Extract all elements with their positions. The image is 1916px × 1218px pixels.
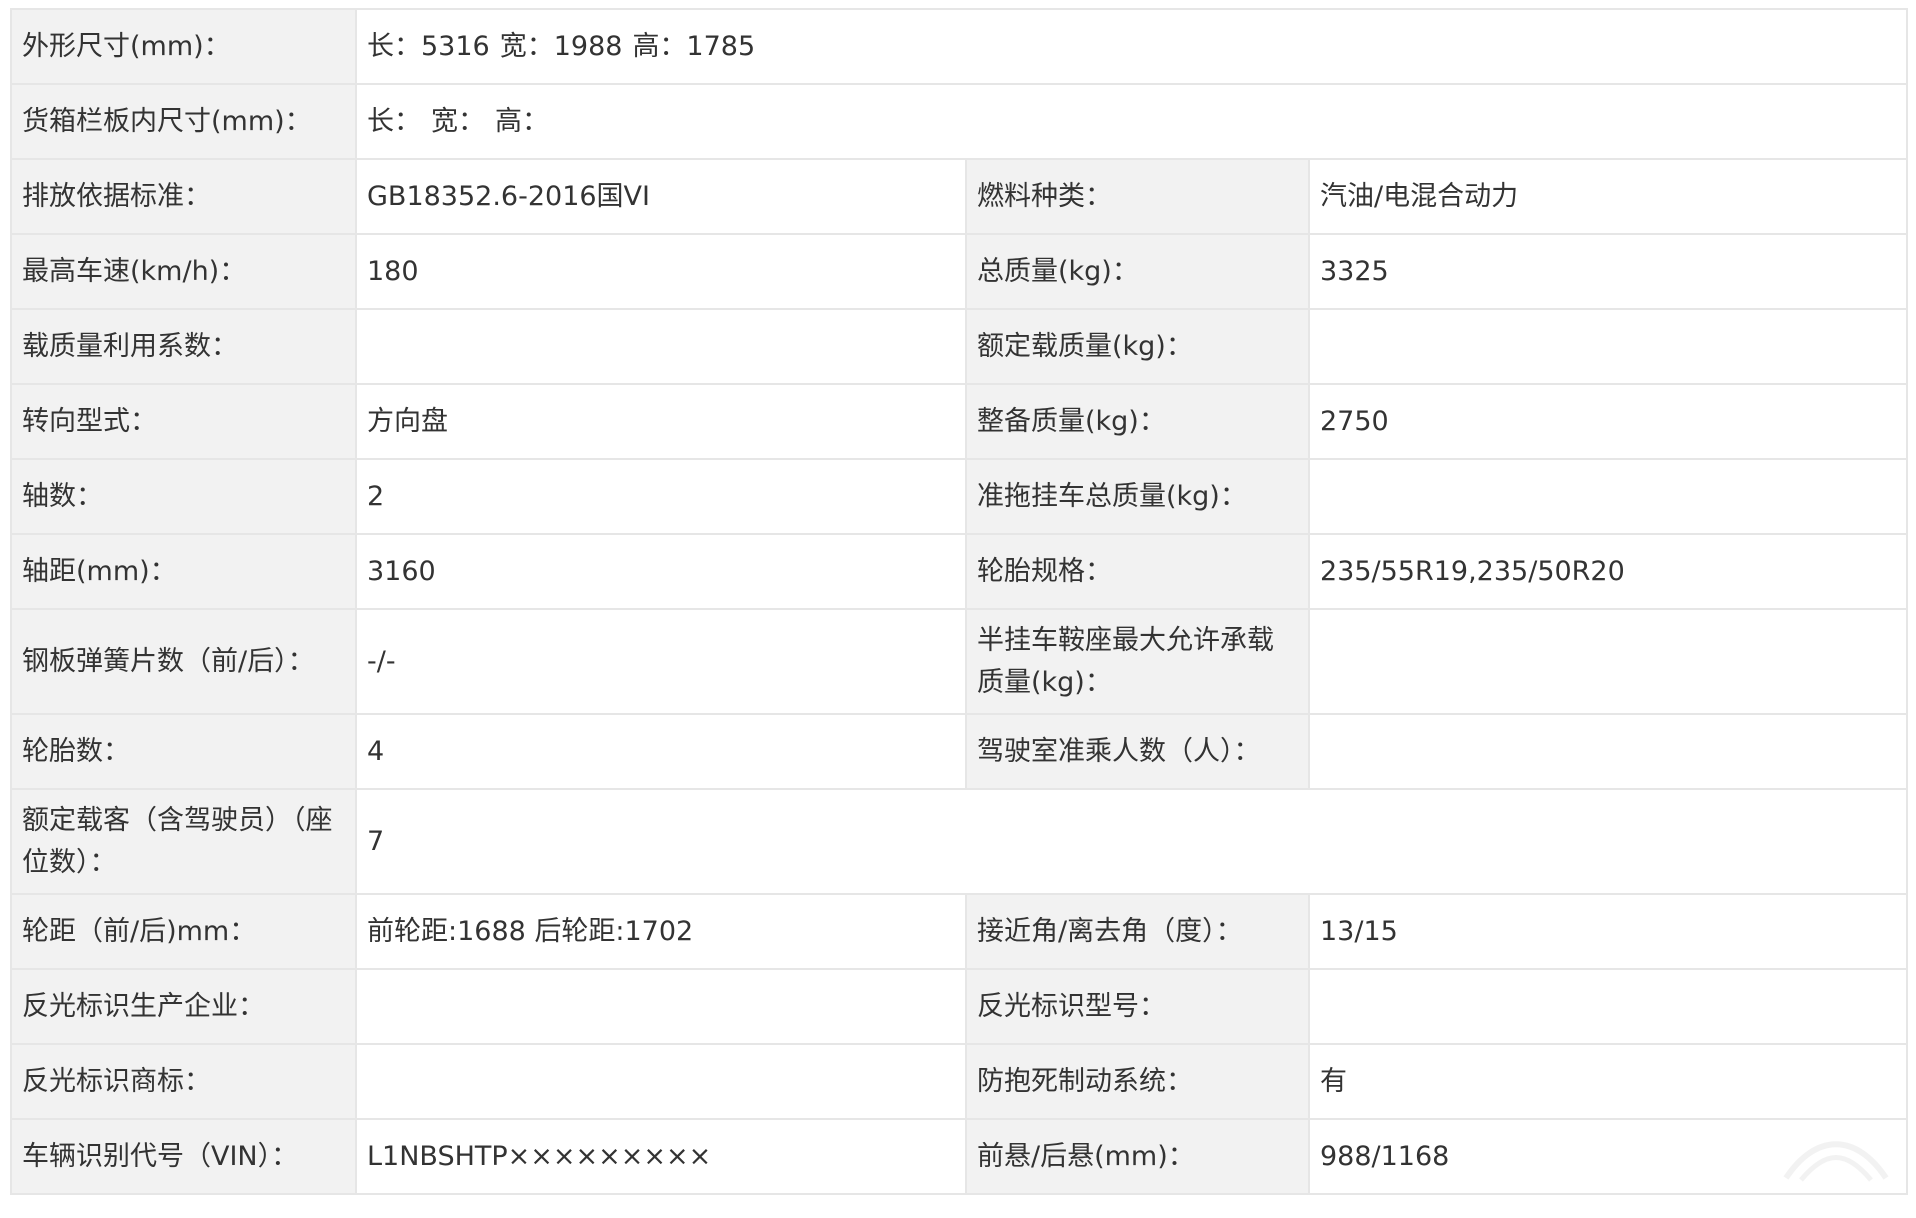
trailer-mass-value <box>1307 458 1909 535</box>
tire-count-value: 4 <box>355 713 967 790</box>
total-mass-label: 总质量(kg)： <box>965 233 1310 310</box>
wheelbase-value: 3160 <box>355 533 967 610</box>
load-utilization-label: 载质量利用系数： <box>10 308 357 385</box>
approach-departure-value: 13/15 <box>1307 893 1909 970</box>
rated-passengers-value: 7 <box>354 788 1909 895</box>
abs-value: 有 <box>1307 1043 1909 1120</box>
table-row: 轮距（前/后)mm： 前轮距:1688 后轮距:1702 接近角/离去角（度）：… <box>10 893 1909 970</box>
leaf-springs-value: -/- <box>355 608 967 715</box>
fuel-type-value: 汽油/电混合动力 <box>1307 158 1909 235</box>
cargo-box-value: 长： 宽： 高： <box>354 83 1909 160</box>
dimensions-label: 外形尺寸(mm)： <box>10 8 357 85</box>
table-row: 外形尺寸(mm)： 长：5316 宽：1988 高：1785 <box>10 8 1909 85</box>
emission-standard-value: GB18352.6-2016国VI <box>355 158 967 235</box>
track-value: 前轮距:1688 后轮距:1702 <box>355 893 967 970</box>
table-row: 轴距(mm)： 3160 轮胎规格： 235/55R19,235/50R20 <box>10 533 1909 610</box>
tire-spec-value: 235/55R19,235/50R20 <box>1307 533 1909 610</box>
rated-passengers-label: 额定载客（含驾驶员）（座位数）： <box>10 788 357 895</box>
cab-passengers-value <box>1307 713 1909 790</box>
table-row: 转向型式： 方向盘 整备质量(kg)： 2750 <box>10 383 1909 460</box>
rated-load-label: 额定载质量(kg)： <box>965 308 1310 385</box>
cargo-box-label: 货箱栏板内尺寸(mm)： <box>10 83 357 160</box>
load-utilization-value <box>355 308 967 385</box>
reflector-brand-label: 反光标识商标： <box>10 1043 357 1120</box>
rated-load-value <box>1307 308 1909 385</box>
vehicle-spec-table: 外形尺寸(mm)： 长：5316 宽：1988 高：1785 货箱栏板内尺寸(mm)… <box>10 8 1909 1195</box>
abs-label: 防抱死制动系统： <box>965 1043 1310 1120</box>
axles-value: 2 <box>355 458 967 535</box>
total-mass-value: 3325 <box>1307 233 1909 310</box>
fuel-type-label: 燃料种类： <box>965 158 1310 235</box>
reflector-maker-label: 反光标识生产企业： <box>10 968 357 1045</box>
table-row: 轴数： 2 准拖挂车总质量(kg)： <box>10 458 1909 535</box>
curb-mass-label: 整备质量(kg)： <box>965 383 1310 460</box>
reflector-maker-value <box>355 968 967 1045</box>
overhang-label: 前悬/后悬(mm)： <box>965 1118 1310 1195</box>
table-row: 排放依据标准： GB18352.6-2016国VI 燃料种类： 汽油/电混合动力 <box>10 158 1909 235</box>
tire-spec-label: 轮胎规格： <box>965 533 1310 610</box>
steering-label: 转向型式： <box>10 383 357 460</box>
watermark-icon <box>1783 1141 1889 1182</box>
table-row: 反光标识商标： 防抱死制动系统： 有 <box>10 1043 1909 1120</box>
emission-standard-label: 排放依据标准： <box>10 158 357 235</box>
vin-label: 车辆识别代号（VIN）： <box>10 1118 357 1195</box>
curb-mass-value: 2750 <box>1307 383 1909 460</box>
table-row: 最高车速(km/h)： 180 总质量(kg)： 3325 <box>10 233 1909 310</box>
trailer-mass-label: 准拖挂车总质量(kg)： <box>965 458 1310 535</box>
leaf-springs-label: 钢板弹簧片数（前/后）： <box>10 608 357 715</box>
track-label: 轮距（前/后)mm： <box>10 893 357 970</box>
wheelbase-label: 轴距(mm)： <box>10 533 357 610</box>
cab-passengers-label: 驾驶室准乘人数（人）： <box>965 713 1310 790</box>
reflector-brand-value <box>355 1043 967 1120</box>
cargo-box-width: 宽： <box>431 105 485 137</box>
dimensions-height: 高：1785 <box>632 30 756 62</box>
cargo-box-length: 长： <box>367 105 421 137</box>
table-row: 载质量利用系数： 额定载质量(kg)： <box>10 308 1909 385</box>
steering-value: 方向盘 <box>355 383 967 460</box>
vin-value: L1NBSHTP××××××××× <box>355 1118 967 1195</box>
cargo-box-height: 高： <box>495 105 549 137</box>
saddle-load-value <box>1307 608 1909 715</box>
dimensions-value: 长：5316 宽：1988 高：1785 <box>354 8 1909 85</box>
approach-departure-label: 接近角/离去角（度）： <box>965 893 1310 970</box>
table-row: 额定载客（含驾驶员）（座位数）： 7 <box>10 788 1909 895</box>
table-row: 货箱栏板内尺寸(mm)： 长： 宽： 高： <box>10 83 1909 160</box>
tire-count-label: 轮胎数： <box>10 713 357 790</box>
table-row: 车辆识别代号（VIN）： L1NBSHTP××××××××× 前悬/后悬(mm)… <box>10 1118 1909 1195</box>
table-row: 钢板弹簧片数（前/后）： -/- 半挂车鞍座最大允许承载质量(kg)： <box>10 608 1909 715</box>
max-speed-label: 最高车速(km/h)： <box>10 233 357 310</box>
dimensions-length: 长：5316 <box>367 30 490 62</box>
reflector-model-label: 反光标识型号： <box>965 968 1310 1045</box>
dimensions-width: 宽：1988 <box>499 30 623 62</box>
axles-label: 轴数： <box>10 458 357 535</box>
table-row: 反光标识生产企业： 反光标识型号： <box>10 968 1909 1045</box>
saddle-load-label: 半挂车鞍座最大允许承载质量(kg)： <box>965 608 1310 715</box>
table-row: 轮胎数： 4 驾驶室准乘人数（人）： <box>10 713 1909 790</box>
max-speed-value: 180 <box>355 233 967 310</box>
reflector-model-value <box>1307 968 1909 1045</box>
